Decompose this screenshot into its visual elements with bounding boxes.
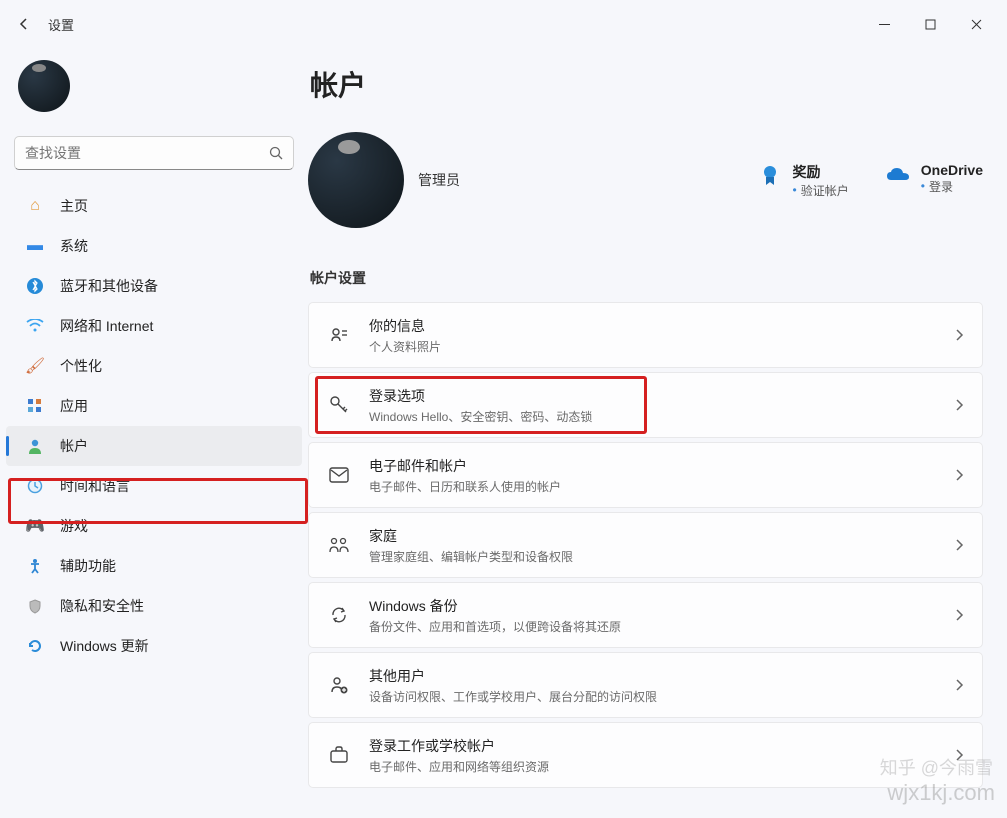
card-windows-backup[interactable]: Windows 备份备份文件、应用和首选项，以便跨设备将其还原 [308,582,983,648]
home-icon: ⌂ [24,195,46,217]
page-title: 帐户 [310,64,983,104]
nav-network[interactable]: 网络和 Internet [6,306,302,346]
card-title: 登录工作或学校帐户 [369,736,954,756]
tile-sub: 登录 [921,178,983,195]
sync-icon [327,603,351,627]
nav-label: 隐私和安全性 [60,596,144,616]
nav-apps[interactable]: 应用 [6,386,302,426]
card-signin-options[interactable]: 登录选项Windows Hello、安全密钥、密码、动态锁 [308,372,983,438]
card-sub: 设备访问权限、工作或学校用户、展台分配的访问权限 [369,688,954,705]
nav-bluetooth[interactable]: 蓝牙和其他设备 [6,266,302,306]
apps-icon [24,395,46,417]
card-email-accounts[interactable]: 电子邮件和帐户电子邮件、日历和联系人使用的帐户 [308,442,983,508]
shield-icon [24,595,46,617]
card-sub: 个人资料照片 [369,338,954,355]
card-title: Windows 备份 [369,596,954,616]
nav-label: 系统 [60,236,88,256]
annotation-highlight-nav [8,478,308,524]
nav-label: 个性化 [60,356,102,376]
chevron-right-icon [954,748,964,762]
search-icon [269,146,283,160]
section-title: 帐户设置 [310,268,983,288]
chevron-right-icon [954,398,964,412]
tile-onedrive[interactable]: OneDrive 登录 [885,162,983,199]
maximize-button[interactable] [907,8,953,40]
chevron-right-icon [954,538,964,552]
person-card-icon [327,323,351,347]
briefcase-icon [327,743,351,767]
card-title: 其他用户 [369,666,954,686]
card-family[interactable]: 家庭管理家庭组、编辑帐户类型和设备权限 [308,512,983,578]
nav-label: 主页 [60,196,88,216]
card-sub: 管理家庭组、编辑帐户类型和设备权限 [369,548,954,565]
close-button[interactable] [953,8,999,40]
nav-label: 蓝牙和其他设备 [60,276,158,296]
tile-title: OneDrive [921,162,983,178]
main-content: 帐户 管理员 奖励 验证帐户 OneDrive 登录 [308,48,1007,818]
tile-sub: 验证帐户 [793,182,849,199]
account-header: 管理员 奖励 验证帐户 OneDrive 登录 [308,132,983,228]
sidebar: ⌂主页 ▬系统 蓝牙和其他设备 网络和 Internet 🖌个性化 应用 帐户 … [0,48,308,818]
nav-update[interactable]: Windows 更新 [6,626,302,666]
close-icon [971,19,982,30]
tile-rewards[interactable]: 奖励 验证帐户 [757,162,849,199]
card-work-school[interactable]: 登录工作或学校帐户电子邮件、应用和网络等组织资源 [308,722,983,788]
user-avatar-large[interactable] [308,132,404,228]
card-sub: 电子邮件、应用和网络等组织资源 [369,758,954,775]
mail-icon [327,463,351,487]
rewards-icon [757,162,783,188]
person-add-icon [327,673,351,697]
maximize-icon [925,19,936,30]
titlebar: 设置 [0,0,1007,48]
chevron-right-icon [954,678,964,692]
nav-label: 应用 [60,396,88,416]
update-icon [24,635,46,657]
card-list: 你的信息个人资料照片 登录选项Windows Hello、安全密钥、密码、动态锁… [308,302,983,788]
card-sub: 备份文件、应用和首选项，以便跨设备将其还原 [369,618,954,635]
nav-home[interactable]: ⌂ 主页 [6,186,302,226]
wifi-icon [24,315,46,337]
accessibility-icon [24,555,46,577]
card-title: 家庭 [369,526,954,546]
brush-icon: 🖌 [24,355,46,377]
chevron-right-icon [954,328,964,342]
family-icon [327,533,351,557]
chevron-right-icon [954,468,964,482]
search-input[interactable] [25,145,269,161]
window-title: 设置 [48,15,74,34]
card-title: 你的信息 [369,316,954,336]
tile-title: 奖励 [793,162,849,182]
card-other-users[interactable]: 其他用户设备访问权限、工作或学校用户、展台分配的访问权限 [308,652,983,718]
bluetooth-icon [24,275,46,297]
nav-privacy[interactable]: 隐私和安全性 [6,586,302,626]
nav-label: 网络和 Internet [60,316,153,336]
window-controls [861,8,999,40]
person-icon [24,435,46,457]
user-role: 管理员 [418,170,460,190]
user-avatar-small[interactable] [18,60,70,112]
arrow-left-icon [16,16,32,32]
card-title: 电子邮件和帐户 [369,456,954,476]
minimize-icon [879,19,890,30]
nav-accounts[interactable]: 帐户 [6,426,302,466]
nav-label: Windows 更新 [60,636,149,656]
nav-list: ⌂主页 ▬系统 蓝牙和其他设备 网络和 Internet 🖌个性化 应用 帐户 … [0,186,308,666]
nav-accessibility[interactable]: 辅助功能 [6,546,302,586]
search-box[interactable] [14,136,294,170]
nav-system[interactable]: ▬ 系统 [6,226,302,266]
annotation-highlight-card [315,376,647,434]
nav-label: 辅助功能 [60,556,116,576]
card-sub: 电子邮件、日历和联系人使用的帐户 [369,478,954,495]
chevron-right-icon [954,608,964,622]
nav-label: 帐户 [60,436,88,456]
cloud-icon [885,162,911,188]
system-icon: ▬ [24,235,46,257]
minimize-button[interactable] [861,8,907,40]
card-your-info[interactable]: 你的信息个人资料照片 [308,302,983,368]
back-button[interactable] [8,8,40,40]
nav-personalization[interactable]: 🖌 个性化 [6,346,302,386]
